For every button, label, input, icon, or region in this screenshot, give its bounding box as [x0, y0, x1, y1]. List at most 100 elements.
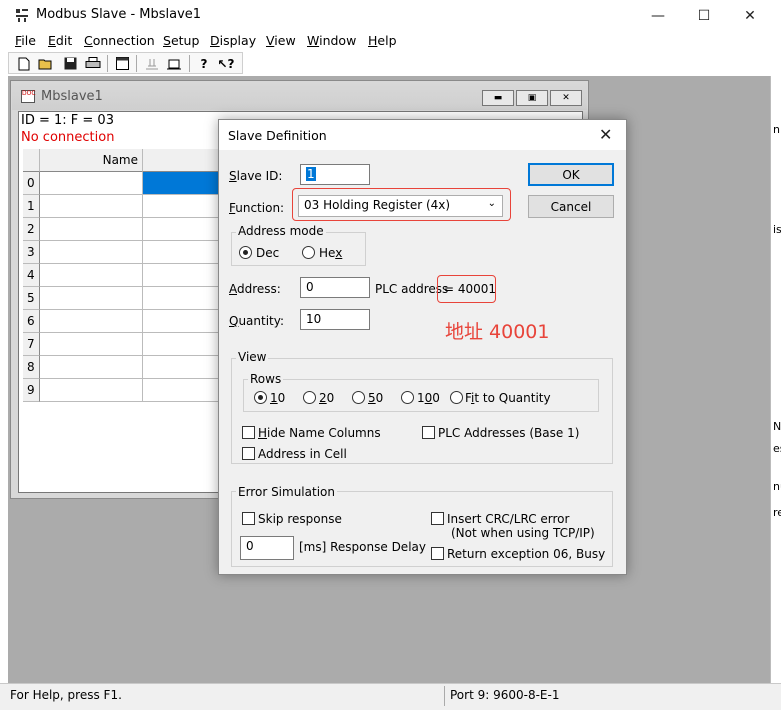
context-help-icon[interactable]: ↖? [217, 55, 235, 72]
name-cell[interactable] [40, 241, 143, 264]
function-select[interactable]: 03 Holding Register (4x) ⌄ [298, 195, 503, 217]
name-cell[interactable] [40, 218, 143, 241]
plc-address-value: = 40001 [444, 282, 497, 296]
radio-rows-fit[interactable] [450, 391, 463, 404]
return-exception-checkbox[interactable] [431, 547, 444, 560]
quantity-input[interactable]: 10 [300, 309, 370, 330]
radio-rows-100[interactable] [401, 391, 414, 404]
error-simulation-title: Error Simulation [236, 485, 337, 499]
document-icon: DOC [21, 90, 36, 103]
radio-rows-10[interactable] [254, 391, 267, 404]
dialog-close-icon[interactable]: ✕ [599, 125, 612, 144]
name-cell[interactable] [40, 195, 143, 218]
toolbar-separator [107, 55, 108, 72]
name-cell[interactable] [40, 310, 143, 333]
row-header: 4 [23, 264, 40, 287]
menu-file[interactable]: File [15, 33, 36, 48]
skip-response-label: Skip response [258, 512, 342, 526]
radio-dec-label: Dec [256, 246, 280, 260]
address-label: Address: [229, 282, 281, 296]
close-icon: ✕ [562, 93, 570, 103]
view-title: View [236, 350, 269, 364]
slave-id-line: ID = 1: F = 03 [21, 113, 114, 128]
radio-rows-10-label: 10 [270, 391, 286, 405]
column-header-name[interactable]: Name [40, 149, 143, 172]
name-cell[interactable] [40, 333, 143, 356]
row-header: 0 [23, 172, 40, 195]
dialog-title-bar[interactable]: Slave Definition ✕ [219, 120, 626, 150]
toolbar-separator [136, 55, 137, 72]
plc-addresses-checkbox[interactable] [422, 426, 435, 439]
menu-bar: File Edit Connection Setup Display View … [0, 31, 781, 51]
modbus-app-icon [16, 9, 28, 22]
radio-rows-50[interactable] [352, 391, 365, 404]
hide-name-columns-label: Hide Name Columns [258, 426, 381, 440]
hide-name-columns-checkbox[interactable] [242, 426, 255, 439]
panel-fragment: re [773, 506, 781, 519]
print-icon[interactable] [84, 55, 102, 72]
menu-help[interactable]: Help [368, 33, 397, 48]
save-icon[interactable] [61, 55, 79, 72]
open-folder-icon[interactable] [37, 55, 55, 72]
insert-crc-note: (Not when using TCP/IP) [451, 526, 595, 540]
name-cell[interactable] [40, 287, 143, 310]
disconnect-icon[interactable] [165, 55, 183, 72]
minimize-button[interactable]: — [635, 0, 681, 31]
child-title-bar[interactable]: DOC Mbslave1 ▬ ▣ ✕ [12, 82, 587, 110]
menu-edit[interactable]: Edit [48, 33, 72, 48]
address-mode-title: Address mode [236, 224, 326, 238]
radio-hex-label: Hex [319, 246, 343, 260]
insert-crc-checkbox[interactable] [431, 512, 444, 525]
menu-display[interactable]: Display [210, 33, 256, 48]
address-in-cell-label: Address in Cell [258, 447, 347, 461]
menu-view[interactable]: View [266, 33, 296, 48]
close-button[interactable]: ✕ [727, 0, 773, 31]
row-header: 9 [23, 379, 40, 402]
help-icon[interactable]: ? [195, 55, 213, 72]
address-in-cell-checkbox[interactable] [242, 447, 255, 460]
name-cell[interactable] [40, 172, 143, 195]
radio-hex[interactable] [302, 246, 315, 259]
slave-id-input[interactable]: 1 [300, 164, 370, 185]
row-header: 7 [23, 333, 40, 356]
menu-window[interactable]: Window [307, 33, 356, 48]
row-header: 3 [23, 241, 40, 264]
annotation-text: 地址 40001 [445, 321, 550, 343]
window-icon[interactable] [113, 55, 131, 72]
child-maximize-button[interactable]: ▣ [516, 90, 548, 106]
radio-dec[interactable] [239, 246, 252, 259]
address-input[interactable]: 0 [300, 277, 370, 298]
panel-fragment: nu [773, 480, 781, 493]
child-window-title: Mbslave1 [41, 89, 103, 104]
minimize-icon: ▬ [493, 93, 503, 103]
rows-title: Rows [248, 372, 284, 386]
menu-setup[interactable]: Setup [163, 33, 199, 48]
quantity-label: Quantity: [229, 314, 285, 328]
maximize-icon: ☐ [697, 7, 711, 24]
name-cell[interactable] [40, 356, 143, 379]
connect-icon[interactable] [143, 55, 161, 72]
radio-rows-100-label: 100 [417, 391, 440, 405]
window-title: Modbus Slave - Mbslave1 [36, 7, 202, 22]
status-bar: For Help, press F1. Port 9: 9600-8-E-1 [0, 683, 781, 710]
grid-corner [23, 149, 40, 172]
ok-button[interactable]: OK [528, 163, 614, 186]
skip-response-checkbox[interactable] [242, 512, 255, 525]
response-delay-input[interactable]: 0 [240, 536, 294, 560]
child-close-button[interactable]: ✕ [550, 90, 582, 106]
new-file-icon[interactable] [15, 55, 33, 72]
name-cell[interactable] [40, 379, 143, 402]
cancel-button[interactable]: Cancel [528, 195, 614, 218]
radio-rows-20[interactable] [303, 391, 316, 404]
response-delay-label: [ms] Response Delay [299, 540, 426, 554]
right-panel-edge: ni is N es nu re [770, 76, 781, 683]
plc-addresses-label: PLC Addresses (Base 1) [438, 426, 580, 440]
name-cell[interactable] [40, 264, 143, 287]
row-header: 5 [23, 287, 40, 310]
child-minimize-button[interactable]: ▬ [482, 90, 514, 106]
menu-connection[interactable]: Connection [84, 33, 155, 48]
maximize-button[interactable]: ☐ [681, 0, 727, 31]
close-icon: ✕ [744, 7, 756, 24]
title-bar: Modbus Slave - Mbslave1 — ☐ ✕ [0, 0, 781, 31]
row-header: 6 [23, 310, 40, 333]
